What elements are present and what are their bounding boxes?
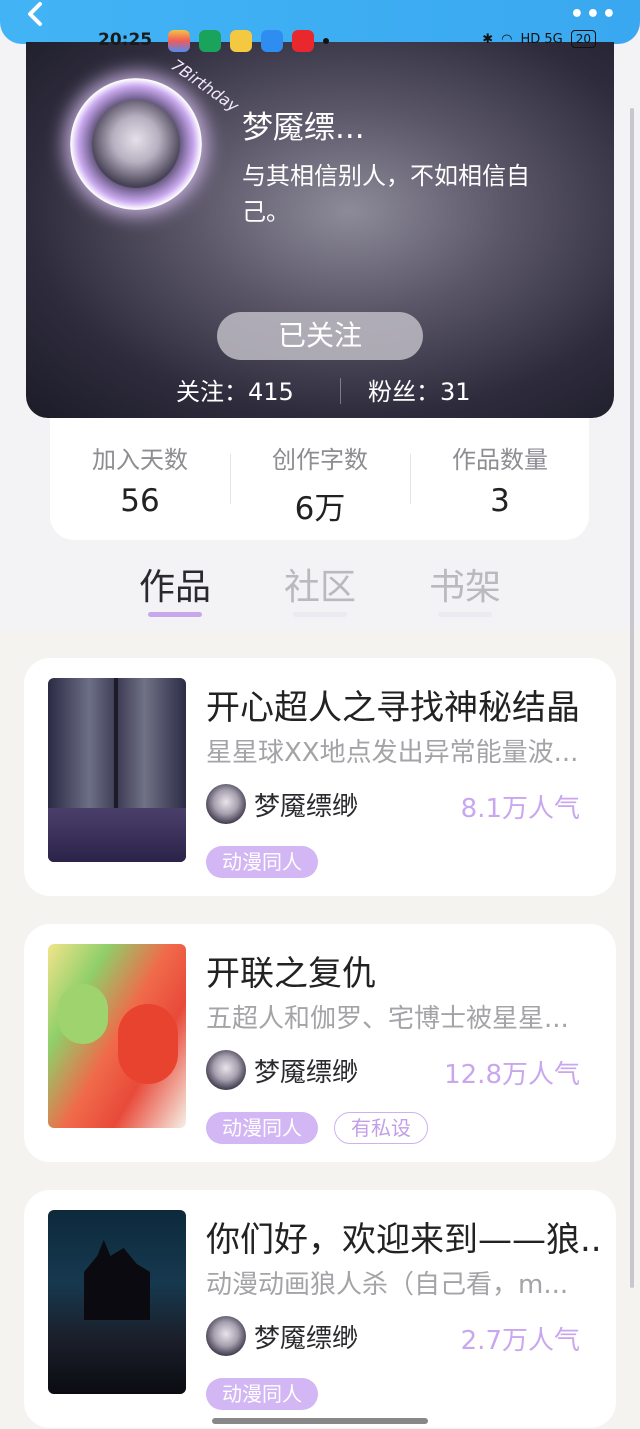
tab-community[interactable]: 社区 — [260, 558, 380, 610]
join-days: 加入天数 56 — [50, 440, 230, 519]
book-card[interactable]: 开联之复仇 五超人和伽罗、宅博士被星星... 梦魇缥缈 12.8万人气 动漫同人… — [24, 924, 616, 1162]
tab-indicator — [293, 612, 347, 617]
summary-value: 6万 — [294, 491, 346, 527]
tab-bookshelf[interactable]: 书架 — [405, 558, 525, 610]
battery-icon: 20 — [570, 30, 596, 48]
back-icon[interactable] — [20, 0, 60, 36]
works-count: 作品数量 3 — [410, 440, 590, 519]
tab-works[interactable]: 作品 — [115, 558, 235, 610]
username: 梦魇缥... — [242, 110, 365, 146]
custom-setting-tag: 有私设 — [334, 1112, 428, 1144]
bluetooth-icon: ✱ — [482, 31, 494, 47]
divider — [340, 378, 341, 404]
summary-value: 56 — [120, 483, 160, 519]
summary-label: 作品数量 — [452, 446, 548, 474]
book-cover[interactable] — [48, 1210, 186, 1394]
category-tag: 动漫同人 — [206, 846, 318, 878]
network-label: HD 5G — [520, 31, 563, 47]
book-title: 开心超人之寻找神秘结晶 — [206, 688, 580, 728]
book-cover[interactable] — [48, 944, 186, 1128]
book-cover[interactable] — [48, 678, 186, 862]
author-name: 梦魇缥缈 — [254, 1058, 359, 1088]
book-title: 开联之复仇 — [206, 954, 376, 994]
user-bio: 与其相信别人，不如相信自己。 — [242, 162, 530, 226]
word-count: 创作字数 6万 — [230, 440, 410, 528]
tab-indicator — [148, 612, 202, 617]
dot-icon — [323, 38, 329, 44]
tab-indicator — [438, 612, 492, 617]
follow-stats: 关注：415 粉丝：31 — [26, 372, 614, 412]
search-app-icon — [261, 30, 283, 52]
app-icon — [168, 30, 190, 52]
home-indicator[interactable] — [212, 1418, 428, 1424]
book-description: 星星球XX地点发出异常能量波... — [206, 738, 579, 768]
category-tag: 动漫同人 — [206, 1112, 318, 1144]
avatar-image — [92, 100, 180, 188]
summary-label: 加入天数 — [92, 446, 188, 474]
author-avatar — [206, 1316, 246, 1356]
author-name: 梦魇缥缈 — [254, 792, 359, 822]
scrollbar[interactable] — [630, 108, 634, 1288]
author-avatar — [206, 1050, 246, 1090]
book-card[interactable]: 你们好，欢迎来到——狼... 动漫动画狼人杀（自己看，m... 梦魇缥缈 2.7… — [24, 1190, 616, 1428]
book-app-icon — [230, 30, 252, 52]
summary-label: 创作字数 — [272, 446, 368, 474]
status-time: 20:25 — [98, 30, 153, 50]
oppo-app-icon — [199, 30, 221, 52]
news-app-icon — [292, 30, 314, 52]
book-description: 五超人和伽罗、宅博士被星星... — [206, 1004, 569, 1034]
following-count[interactable]: 关注：415 — [176, 372, 294, 407]
follow-button[interactable]: 已关注 — [217, 312, 423, 360]
more-options-icon[interactable]: ••• — [570, 2, 618, 27]
book-title: 你们好，欢迎来到——狼... — [206, 1220, 598, 1260]
tab-bar: 作品 社区 书架 — [0, 548, 640, 632]
profile-header: 7Birthday 梦魇缥... 与其相信别人，不如相信自己。 已关注 关注：4… — [26, 42, 614, 418]
status-app-icons — [168, 30, 329, 52]
summary-value: 3 — [490, 483, 510, 519]
author-avatar — [206, 784, 246, 824]
popularity-count: 8.1万人气 — [460, 794, 580, 824]
author-name: 梦魇缥缈 — [254, 1324, 359, 1354]
wifi-icon: ◠ — [501, 31, 513, 47]
category-tag: 动漫同人 — [206, 1378, 318, 1410]
fans-count[interactable]: 粉丝：31 — [368, 372, 471, 407]
summary-card: 加入天数 56 创作字数 6万 作品数量 3 — [50, 418, 589, 540]
popularity-count: 12.8万人气 — [444, 1060, 580, 1090]
book-description: 动漫动画狼人杀（自己看，m... — [206, 1270, 569, 1300]
book-card[interactable]: 开心超人之寻找神秘结晶 星星球XX地点发出异常能量波... 梦魇缥缈 8.1万人… — [24, 658, 616, 896]
popularity-count: 2.7万人气 — [460, 1326, 580, 1356]
avatar[interactable]: 7Birthday — [70, 55, 242, 210]
status-indicators: ✱ ◠ HD 5G 20 — [482, 30, 596, 48]
